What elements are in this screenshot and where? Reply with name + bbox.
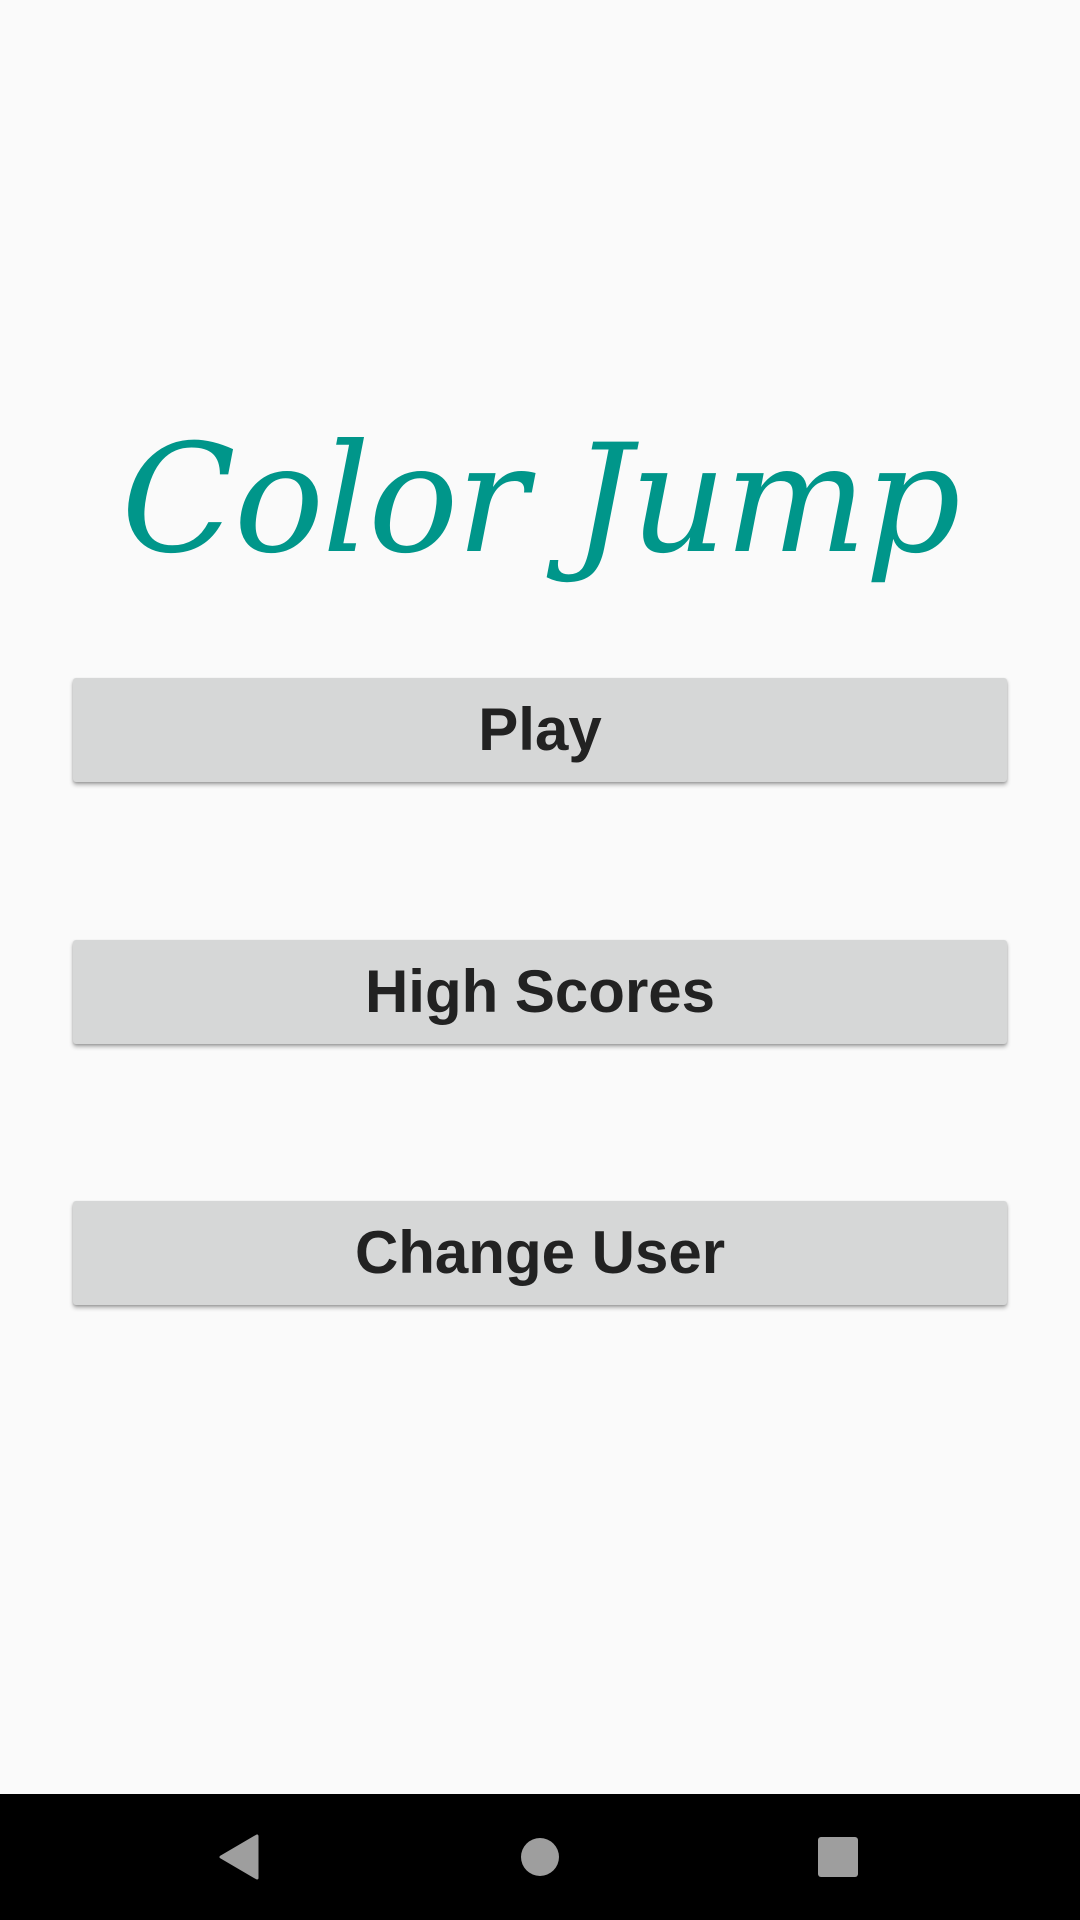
high-scores-button[interactable]: High Scores — [73, 940, 1007, 1044]
home-icon — [521, 1838, 559, 1876]
back-button[interactable] — [160, 1794, 320, 1920]
recents-button[interactable] — [758, 1794, 918, 1920]
play-button[interactable]: Play — [73, 678, 1007, 782]
back-icon — [219, 1834, 259, 1880]
app-title: Color Jump — [121, 413, 961, 587]
main-menu-screen: Color Jump Play High Scores Change User — [0, 0, 1080, 1920]
navigation-bar — [0, 1794, 1080, 1920]
recents-icon — [818, 1837, 858, 1877]
change-user-button[interactable]: Change User — [73, 1201, 1007, 1305]
home-button[interactable] — [460, 1794, 620, 1920]
